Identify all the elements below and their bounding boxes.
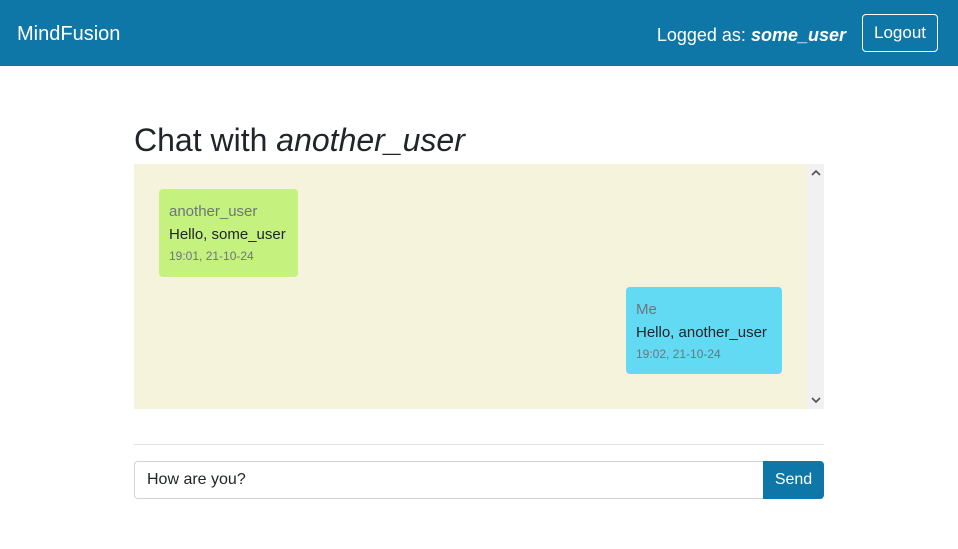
message-sender: another_user [169,203,258,220]
chat-messages-panel[interactable]: another_user Hello, some_user 19:01, 21-… [134,164,824,409]
message-sender: Me [636,301,657,318]
message-bubble-outgoing: Me Hello, another_user 19:02, 21-10-24 [626,287,782,374]
message-bubble-incoming: another_user Hello, some_user 19:01, 21-… [159,189,298,277]
chevron-up-icon[interactable] [807,164,824,181]
brand-logo[interactable]: MindFusion [17,22,120,46]
navbar: MindFusion Logged as: some_user Logout [0,0,958,66]
message-text: Hello, some_user [169,226,286,243]
chat-scrollbar[interactable] [807,164,824,409]
message-text: Hello, another_user [636,324,767,341]
chevron-down-icon[interactable] [807,392,824,409]
message-timestamp: 19:02, 21-10-24 [636,347,721,361]
divider [134,444,824,445]
message-input[interactable] [134,461,764,499]
logged-as-label: Logged as: [656,25,746,45]
logged-in-status: Logged as: some_user [657,23,846,47]
chat-partner-name: another_user [276,122,465,158]
logout-button[interactable]: Logout [862,14,938,52]
current-username: some_user [750,25,846,45]
message-timestamp: 19:01, 21-10-24 [169,249,254,263]
page-title: Chat with another_user [134,120,465,160]
send-button[interactable]: Send [763,461,824,499]
page-title-prefix: Chat with [134,122,268,158]
